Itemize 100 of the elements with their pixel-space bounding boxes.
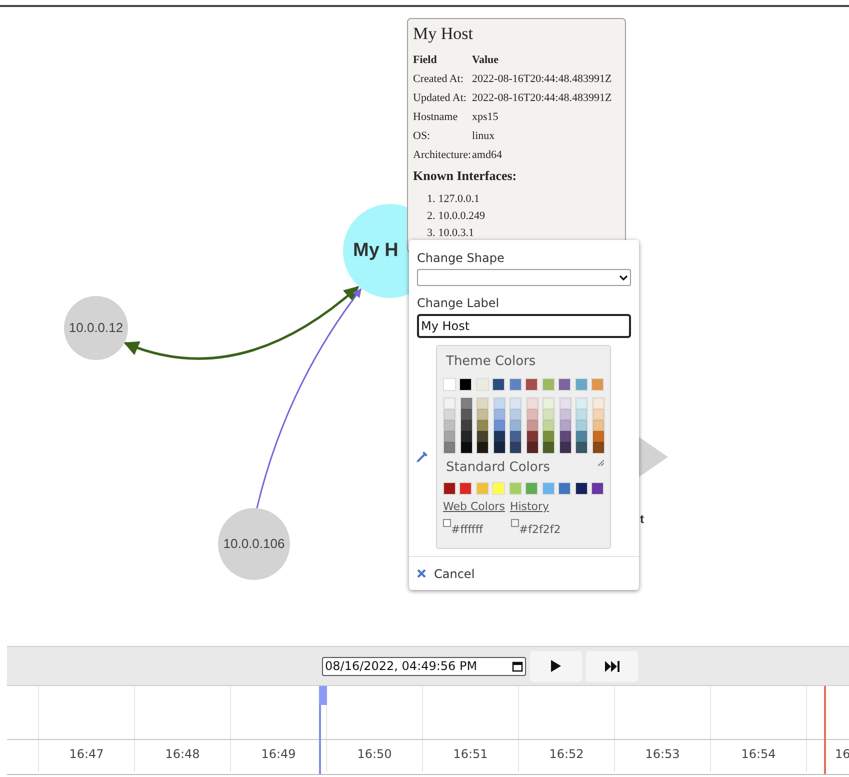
color-swatch[interactable] xyxy=(494,398,504,409)
color-swatch[interactable] xyxy=(591,482,604,495)
color-swatch[interactable] xyxy=(444,398,455,409)
tooltip-title: My Host xyxy=(413,23,474,45)
table-cell-text: xps15 xyxy=(472,110,500,126)
color-swatch[interactable] xyxy=(460,431,472,442)
shape-select[interactable] xyxy=(417,269,631,286)
color-swatch[interactable] xyxy=(508,378,522,391)
color-swatch[interactable] xyxy=(576,420,587,431)
interface-address: 10.0.0.249 xyxy=(438,208,485,224)
color-swatch[interactable] xyxy=(492,378,506,391)
color-swatch[interactable] xyxy=(494,442,504,453)
color-swatch[interactable] xyxy=(510,398,521,409)
color-swatch[interactable] xyxy=(510,442,521,453)
label-input[interactable]: My Host xyxy=(417,314,631,338)
color-swatch[interactable] xyxy=(560,442,570,453)
play-icon xyxy=(551,660,561,672)
history-swatch[interactable] xyxy=(443,518,451,526)
color-swatch[interactable] xyxy=(560,431,570,442)
color-swatch[interactable] xyxy=(592,431,604,442)
color-swatch[interactable] xyxy=(574,378,588,391)
skip-forward-button[interactable] xyxy=(586,650,638,682)
color-swatch[interactable] xyxy=(525,482,538,495)
datetime-field[interactable]: 08/16/2022, 04:49:56 PM xyxy=(322,656,526,676)
time-tick-label: 16:48 xyxy=(165,746,200,763)
color-swatch[interactable] xyxy=(526,431,538,442)
color-swatch[interactable] xyxy=(526,409,538,420)
color-swatch[interactable] xyxy=(576,431,587,442)
color-swatch[interactable] xyxy=(542,482,555,495)
color-swatch[interactable] xyxy=(543,420,554,431)
node-label: t xyxy=(640,511,644,528)
color-swatch[interactable] xyxy=(576,398,587,409)
color-swatch[interactable] xyxy=(460,398,472,409)
color-swatch[interactable] xyxy=(543,398,554,409)
play-button[interactable] xyxy=(530,650,582,682)
color-swatch[interactable] xyxy=(542,378,555,391)
color-swatch[interactable] xyxy=(510,431,521,442)
color-swatch[interactable] xyxy=(510,420,521,431)
color-swatch[interactable] xyxy=(459,378,472,391)
cancel-button[interactable]: Cancel xyxy=(417,564,475,582)
color-swatch[interactable] xyxy=(460,442,472,453)
color-swatch[interactable] xyxy=(526,398,538,409)
color-swatch[interactable] xyxy=(560,420,570,431)
calendar-icon xyxy=(512,660,523,672)
color-swatch[interactable] xyxy=(543,431,554,442)
interface-address: 127.0.0.1 xyxy=(438,192,480,206)
table-cell-text: OS: xyxy=(413,129,432,144)
color-swatch[interactable] xyxy=(443,482,456,495)
color-swatch[interactable] xyxy=(558,378,572,391)
eyedropper-icon[interactable] xyxy=(415,450,429,464)
color-swatch[interactable] xyxy=(477,442,488,453)
color-swatch[interactable] xyxy=(526,420,538,431)
color-swatch[interactable] xyxy=(459,482,472,495)
color-swatch[interactable] xyxy=(592,420,604,431)
color-swatch[interactable] xyxy=(460,409,472,420)
color-swatch[interactable] xyxy=(525,378,538,391)
graph-node[interactable]: 10.0.0.106 xyxy=(218,508,290,580)
color-swatch[interactable] xyxy=(576,409,587,420)
palette-link[interactable]: Web Colors xyxy=(443,499,505,516)
color-swatch[interactable] xyxy=(560,409,570,420)
color-swatch[interactable] xyxy=(592,409,604,420)
color-swatch[interactable] xyxy=(494,409,504,420)
color-swatch[interactable] xyxy=(526,442,538,453)
history-swatch[interactable] xyxy=(510,518,519,526)
color-swatch[interactable] xyxy=(492,482,506,495)
color-swatch[interactable] xyxy=(460,420,472,431)
graph-node[interactable]: 10.0.0.12 xyxy=(64,296,128,360)
color-swatch[interactable] xyxy=(444,431,455,442)
color-swatch[interactable] xyxy=(477,398,488,409)
color-swatch[interactable] xyxy=(576,442,587,453)
color-swatch[interactable] xyxy=(543,442,554,453)
skip-forward-icon xyxy=(604,660,620,672)
color-swatch[interactable] xyxy=(476,482,489,495)
color-swatch[interactable] xyxy=(477,420,488,431)
time-cursor[interactable] xyxy=(319,686,327,774)
list-number: 1. xyxy=(427,192,436,206)
color-swatch[interactable] xyxy=(510,409,521,420)
color-swatch[interactable] xyxy=(592,398,604,409)
color-swatch[interactable] xyxy=(444,442,455,453)
palette-link[interactable]: History xyxy=(510,499,550,516)
history-color-label: #f2f2f2 xyxy=(518,522,561,538)
color-swatch[interactable] xyxy=(508,482,522,495)
color-swatch[interactable] xyxy=(477,431,488,442)
color-swatch[interactable] xyxy=(494,420,504,431)
color-swatch[interactable] xyxy=(543,409,554,420)
palette-heading: Standard Colors xyxy=(445,460,550,476)
time-tick-label: 16:54 xyxy=(741,746,776,763)
color-swatch[interactable] xyxy=(477,409,488,420)
color-swatch[interactable] xyxy=(591,378,604,391)
color-swatch[interactable] xyxy=(444,420,455,431)
color-swatch[interactable] xyxy=(443,378,456,391)
color-swatch[interactable] xyxy=(558,482,572,495)
interface-address: 10.0.3.1 xyxy=(438,226,474,240)
color-swatch[interactable] xyxy=(592,442,604,453)
table-cell-text: Created At: xyxy=(413,72,464,88)
color-swatch[interactable] xyxy=(444,409,455,420)
color-swatch[interactable] xyxy=(574,482,588,495)
color-swatch[interactable] xyxy=(560,398,570,409)
color-swatch[interactable] xyxy=(494,431,504,442)
time-tick-label: 16:53 xyxy=(645,746,680,763)
